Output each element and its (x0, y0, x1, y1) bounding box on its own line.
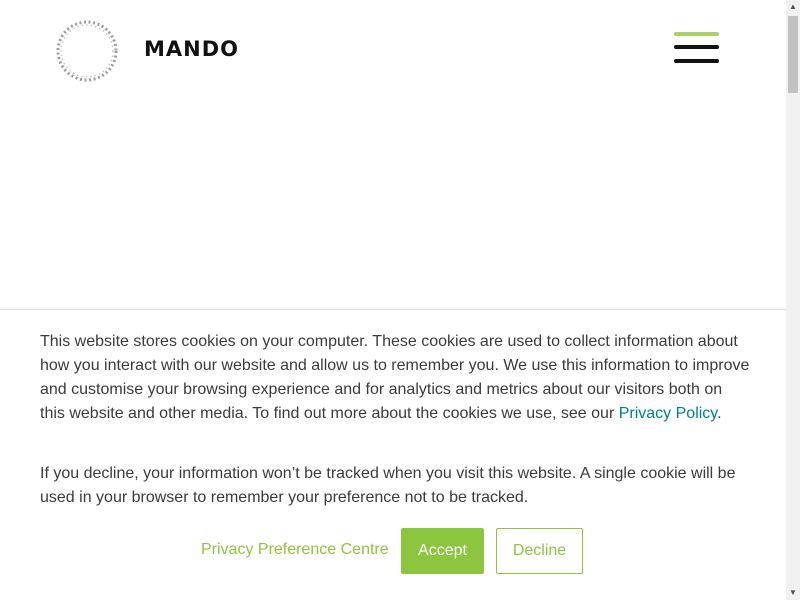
privacy-policy-link[interactable]: Privacy Policy (619, 405, 717, 422)
menu-bar-middle (674, 45, 719, 49)
scroll-up-arrow-icon[interactable]: ▲ (786, 0, 800, 14)
accept-button[interactable]: Accept (401, 528, 484, 574)
vertical-scrollbar[interactable]: ▲ ▼ (786, 0, 800, 600)
circle-rope-logo-icon[interactable] (55, 19, 119, 83)
cookie-info-text: This website stores cookies on your comp… (40, 330, 750, 426)
cookie-actions: Privacy Preference Centre Accept Decline (0, 528, 786, 574)
decline-button[interactable]: Decline (496, 528, 583, 574)
menu-bar-bottom (674, 59, 719, 63)
site-header: MANDO (0, 0, 786, 100)
brand-name[interactable]: MANDO (144, 37, 239, 61)
cookie-banner: This website stores cookies on your comp… (0, 309, 786, 600)
page: MANDO This website stores cookies on you… (0, 0, 786, 600)
scrollbar-thumb[interactable] (788, 16, 798, 93)
privacy-preference-centre-link[interactable]: Privacy Preference Centre (201, 541, 389, 559)
cookie-decline-info-text: If you decline, your information won’t b… (40, 465, 736, 506)
menu-bar-top (674, 32, 719, 36)
scroll-down-arrow-icon[interactable]: ▼ (786, 586, 800, 600)
hamburger-menu-icon[interactable] (674, 32, 719, 68)
cookie-info-text-end: . (717, 405, 722, 422)
